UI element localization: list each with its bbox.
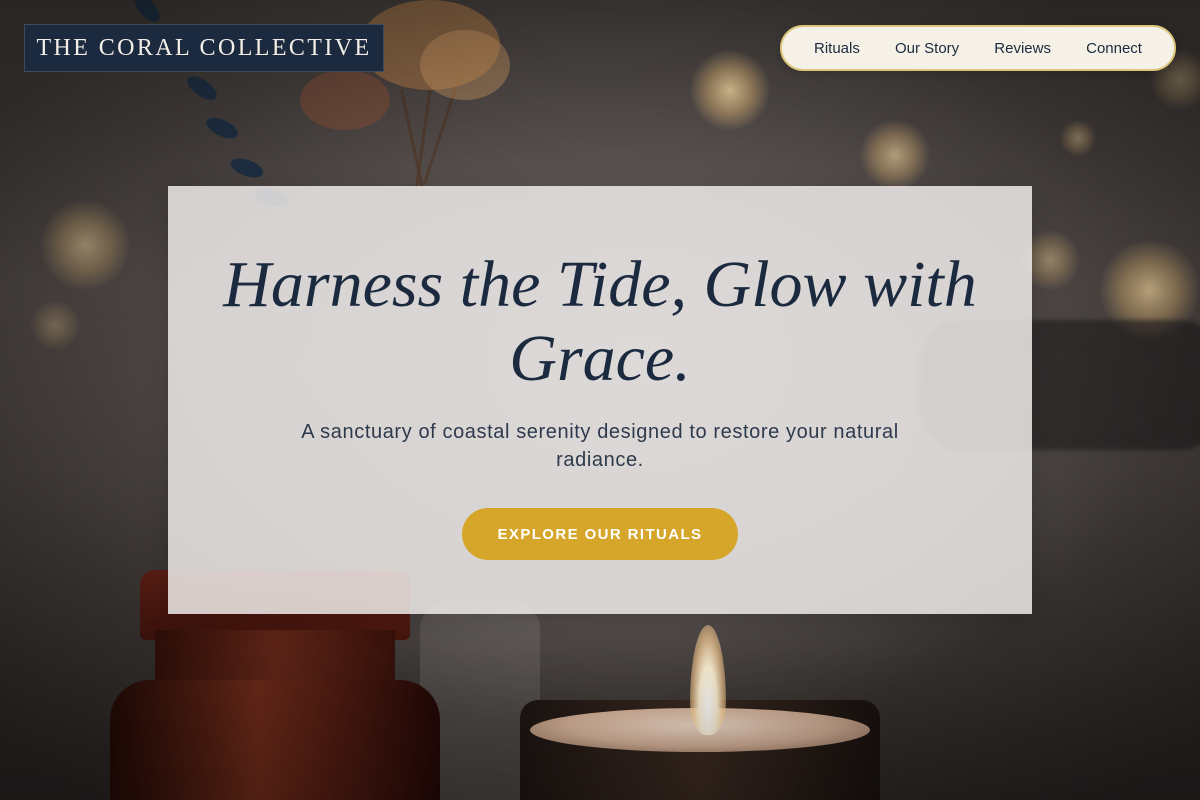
main-nav: Rituals Our Story Reviews Connect <box>780 25 1176 71</box>
nav-item-reviews[interactable]: Reviews <box>994 40 1051 57</box>
brand-logo[interactable]: THE CORAL COLLECTIVE <box>24 24 384 72</box>
nav-item-rituals[interactable]: Rituals <box>814 40 860 57</box>
brand-name: THE CORAL COLLECTIVE <box>36 34 372 61</box>
hero-card: Harness the Tide, Glow with Grace. A san… <box>168 186 1032 614</box>
hero-title: Harness the Tide, Glow with Grace. <box>223 248 977 395</box>
explore-rituals-button[interactable]: EXPLORE OUR RITUALS <box>462 508 738 560</box>
hero-subtitle: A sanctuary of coastal serenity designed… <box>301 421 899 471</box>
nav-item-connect[interactable]: Connect <box>1086 40 1142 57</box>
nav-item-our-story[interactable]: Our Story <box>895 40 959 57</box>
